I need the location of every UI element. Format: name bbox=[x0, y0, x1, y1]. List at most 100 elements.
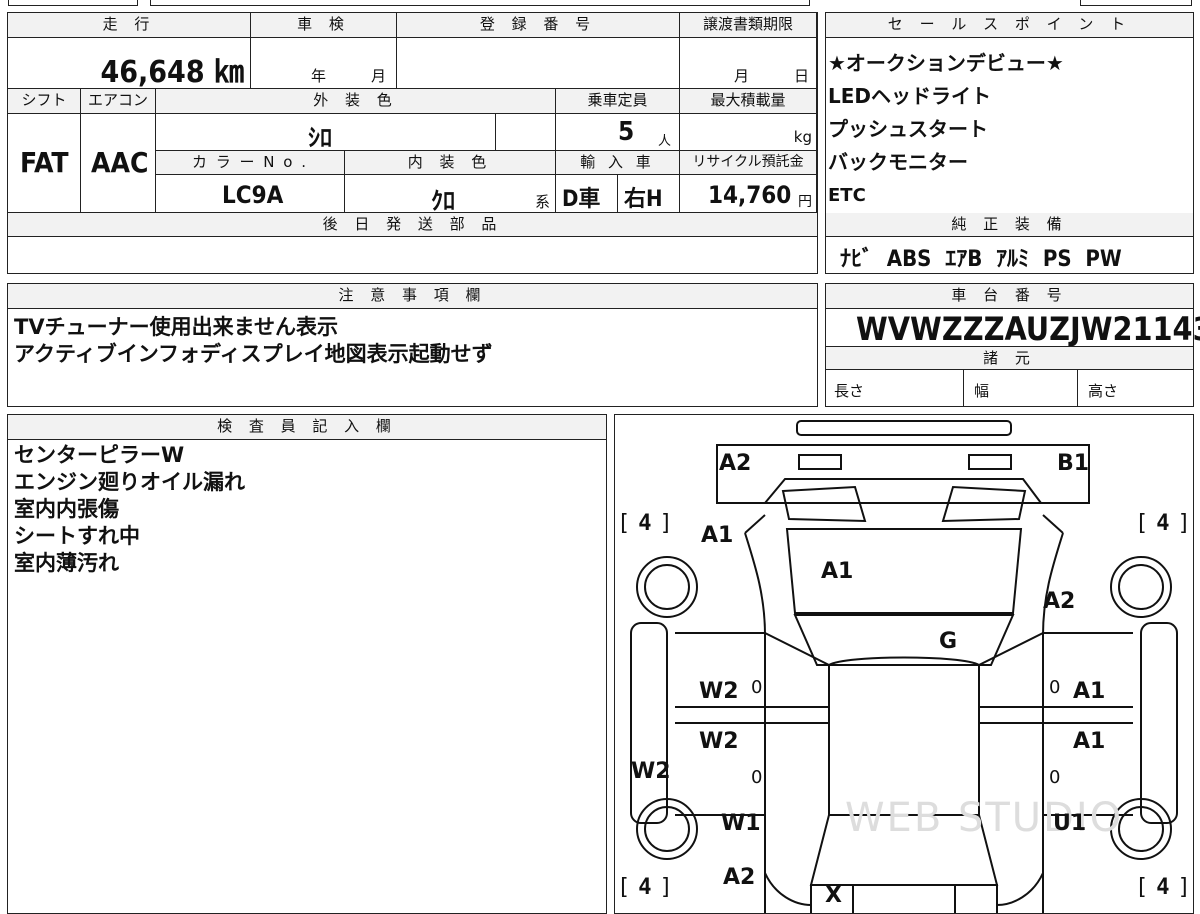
transfer-deadline-cell: 月 日 bbox=[680, 38, 817, 89]
zero-mark: 0 bbox=[751, 677, 763, 698]
inspection-cell: 年 月 bbox=[251, 38, 397, 89]
aircon-header: エアコン bbox=[81, 89, 156, 114]
mark-front-left: A2 bbox=[719, 451, 752, 476]
exterior-color-extra-cell bbox=[496, 114, 556, 151]
registration-cell bbox=[397, 38, 680, 89]
exterior-color-value: ｼﾛ bbox=[308, 124, 332, 152]
tire-grade-front-right: [4] bbox=[1135, 511, 1191, 536]
shift-value: FAT bbox=[20, 146, 69, 179]
color-no-value: LC9A bbox=[222, 181, 284, 209]
inspector-line: エンジン廻りオイル漏れ bbox=[14, 470, 245, 494]
mark-rear-door-left: W2 bbox=[699, 729, 739, 754]
mark-rear: X bbox=[825, 883, 842, 908]
mark-front-door-right: A1 bbox=[1073, 679, 1106, 704]
mark-sill-left: W2 bbox=[631, 759, 671, 784]
capacity-cell: 5 人 bbox=[556, 114, 680, 151]
inspection-year-label: 年 bbox=[311, 67, 327, 85]
max-load-cell: kg bbox=[680, 114, 817, 151]
note-line: アクティブインフォディスプレイ地図表示起動せず bbox=[14, 342, 493, 366]
inspection-header: 車 検 bbox=[251, 13, 397, 38]
recycle-cell: 14,760 円 bbox=[680, 175, 817, 213]
equipment-header: 純 正 装 備 bbox=[826, 213, 1193, 237]
aircon-cell: AAC bbox=[81, 114, 156, 213]
damage-diagram: WEB STUDIO A2 B1 A1 A1 A2 G W2 A1 W2 A1 … bbox=[614, 414, 1194, 914]
spec-width-label: 幅 bbox=[974, 382, 990, 400]
equipment-value: ﾅﾋﾞ ABS ｴｱB ｱﾙﾐ PS PW bbox=[840, 247, 1122, 272]
exterior-color-header: 外 装 色 bbox=[156, 89, 556, 114]
mark-hood: A1 bbox=[821, 559, 854, 584]
inspector-line: 室内薄汚れ bbox=[14, 551, 119, 575]
sales-point-item: プッシュスタート bbox=[828, 117, 988, 141]
sales-points-box: セ ー ル ス ポ イ ン ト ★オークションデビュー★ LEDヘッドライト プ… bbox=[825, 12, 1194, 274]
notes-box: 注 意 事 項 欄 TVチューナー使用出来ません表示 アクティブインフォディスプ… bbox=[7, 283, 818, 407]
mark-front-door-left: W2 bbox=[699, 679, 739, 704]
inspector-lines: センターピラーW エンジン廻りオイル漏れ 室内内張傷 シートすれ中 室内薄汚れ bbox=[14, 442, 245, 577]
mileage-value: 46,648 ㎞ bbox=[100, 55, 244, 90]
inspector-line: シートすれ中 bbox=[14, 524, 140, 548]
inspection-month-label: 月 bbox=[371, 67, 387, 85]
tire-grade-value: 4 bbox=[638, 875, 652, 900]
mark-rear-fender-left: W1 bbox=[721, 811, 761, 836]
specs-header: 諸 元 bbox=[826, 346, 1193, 370]
transfer-month-label: 月 bbox=[734, 67, 750, 85]
capacity-value: 5 bbox=[618, 117, 635, 147]
tire-grade-front-left: [4] bbox=[617, 511, 673, 536]
sales-point-item: ETC bbox=[828, 185, 866, 206]
sales-points-header: セ ー ル ス ポ イ ン ト bbox=[826, 13, 1193, 38]
transfer-day-label: 日 bbox=[794, 67, 810, 85]
mileage-header: 走 行 bbox=[8, 13, 251, 38]
capacity-unit: 人 bbox=[658, 134, 672, 149]
tire-grade-rear-right: [4] bbox=[1135, 875, 1191, 900]
steering-cell: 右H bbox=[618, 175, 680, 213]
chassis-box: 車 台 番 号 WVWZZZAUZJW211434 諸 元 長さ 幅 高さ bbox=[825, 283, 1200, 407]
chassis-header: 車 台 番 号 bbox=[826, 284, 1193, 309]
tire-grade-value: 4 bbox=[1156, 511, 1170, 536]
top-strip-box-3 bbox=[1080, 0, 1192, 6]
sales-points-list: ★オークションデビュー★ LEDヘッドライト プッシュスタート バックモニター … bbox=[828, 47, 1064, 212]
interior-color-cell: ｸﾛ 系 bbox=[345, 175, 556, 215]
notes-header: 注 意 事 項 欄 bbox=[8, 284, 817, 309]
chassis-number: WVWZZZAUZJW211434 bbox=[856, 310, 1200, 348]
import-type-cell: D車 bbox=[556, 175, 618, 213]
inspector-line: 室内内張傷 bbox=[14, 497, 119, 521]
max-load-unit: kg bbox=[793, 128, 812, 146]
inspector-header: 検 査 員 記 入 欄 bbox=[8, 415, 606, 440]
mark-rear-door-right: A1 bbox=[1073, 729, 1106, 754]
sales-point-item: LEDヘッドライト bbox=[828, 84, 992, 108]
interior-color-value: ｸﾛ bbox=[431, 187, 455, 215]
shift-header: シフト bbox=[8, 89, 81, 114]
mark-front-right: B1 bbox=[1057, 451, 1090, 476]
registration-header: 登 録 番 号 bbox=[397, 13, 680, 38]
import-header: 輸 入 車 bbox=[556, 151, 680, 175]
color-no-cell: LC9A bbox=[156, 175, 345, 213]
note-line: TVチューナー使用出来ません表示 bbox=[14, 315, 338, 339]
spec-length-label: 長さ bbox=[834, 382, 865, 400]
recycle-unit: 円 bbox=[798, 194, 812, 210]
notes-lines: TVチューナー使用出来ません表示 アクティブインフォディスプレイ地図表示起動せず bbox=[14, 314, 493, 368]
spec-height-cell: 高さ bbox=[1078, 370, 1193, 406]
spec-length-cell: 長さ bbox=[826, 370, 964, 406]
aircon-value: AAC bbox=[91, 146, 149, 179]
color-no-header: カ ラ ー N o . bbox=[156, 151, 345, 175]
spec-height-label: 高さ bbox=[1088, 382, 1119, 400]
shift-cell: FAT bbox=[8, 114, 81, 213]
tire-grade-value: 4 bbox=[1156, 875, 1170, 900]
inspector-line: センターピラーW bbox=[14, 443, 185, 467]
mark-windshield: G bbox=[939, 629, 958, 654]
top-strip-box-2 bbox=[150, 0, 810, 6]
inspector-box: 検 査 員 記 入 欄 センターピラーW エンジン廻りオイル漏れ 室内内張傷 シ… bbox=[7, 414, 607, 914]
steering-value: 右H bbox=[624, 187, 663, 212]
later-parts-header: 後 日 発 送 部 品 bbox=[8, 213, 817, 237]
later-parts-cell bbox=[8, 237, 817, 273]
zero-mark: 0 bbox=[1049, 767, 1061, 788]
exterior-color-cell: ｼﾛ bbox=[156, 114, 496, 152]
import-type-value: D車 bbox=[562, 187, 601, 212]
mark-fender-left: A1 bbox=[701, 523, 734, 548]
zero-mark: 0 bbox=[751, 767, 763, 788]
mark-fender-right: A2 bbox=[1043, 589, 1076, 614]
interior-color-header: 内 装 色 bbox=[345, 151, 556, 175]
sales-point-item: ★オークションデビュー★ bbox=[828, 51, 1064, 75]
mark-rear-left: A2 bbox=[723, 865, 756, 890]
mark-rear-fender-right: U1 bbox=[1053, 811, 1087, 836]
zero-mark: 0 bbox=[1049, 677, 1061, 698]
